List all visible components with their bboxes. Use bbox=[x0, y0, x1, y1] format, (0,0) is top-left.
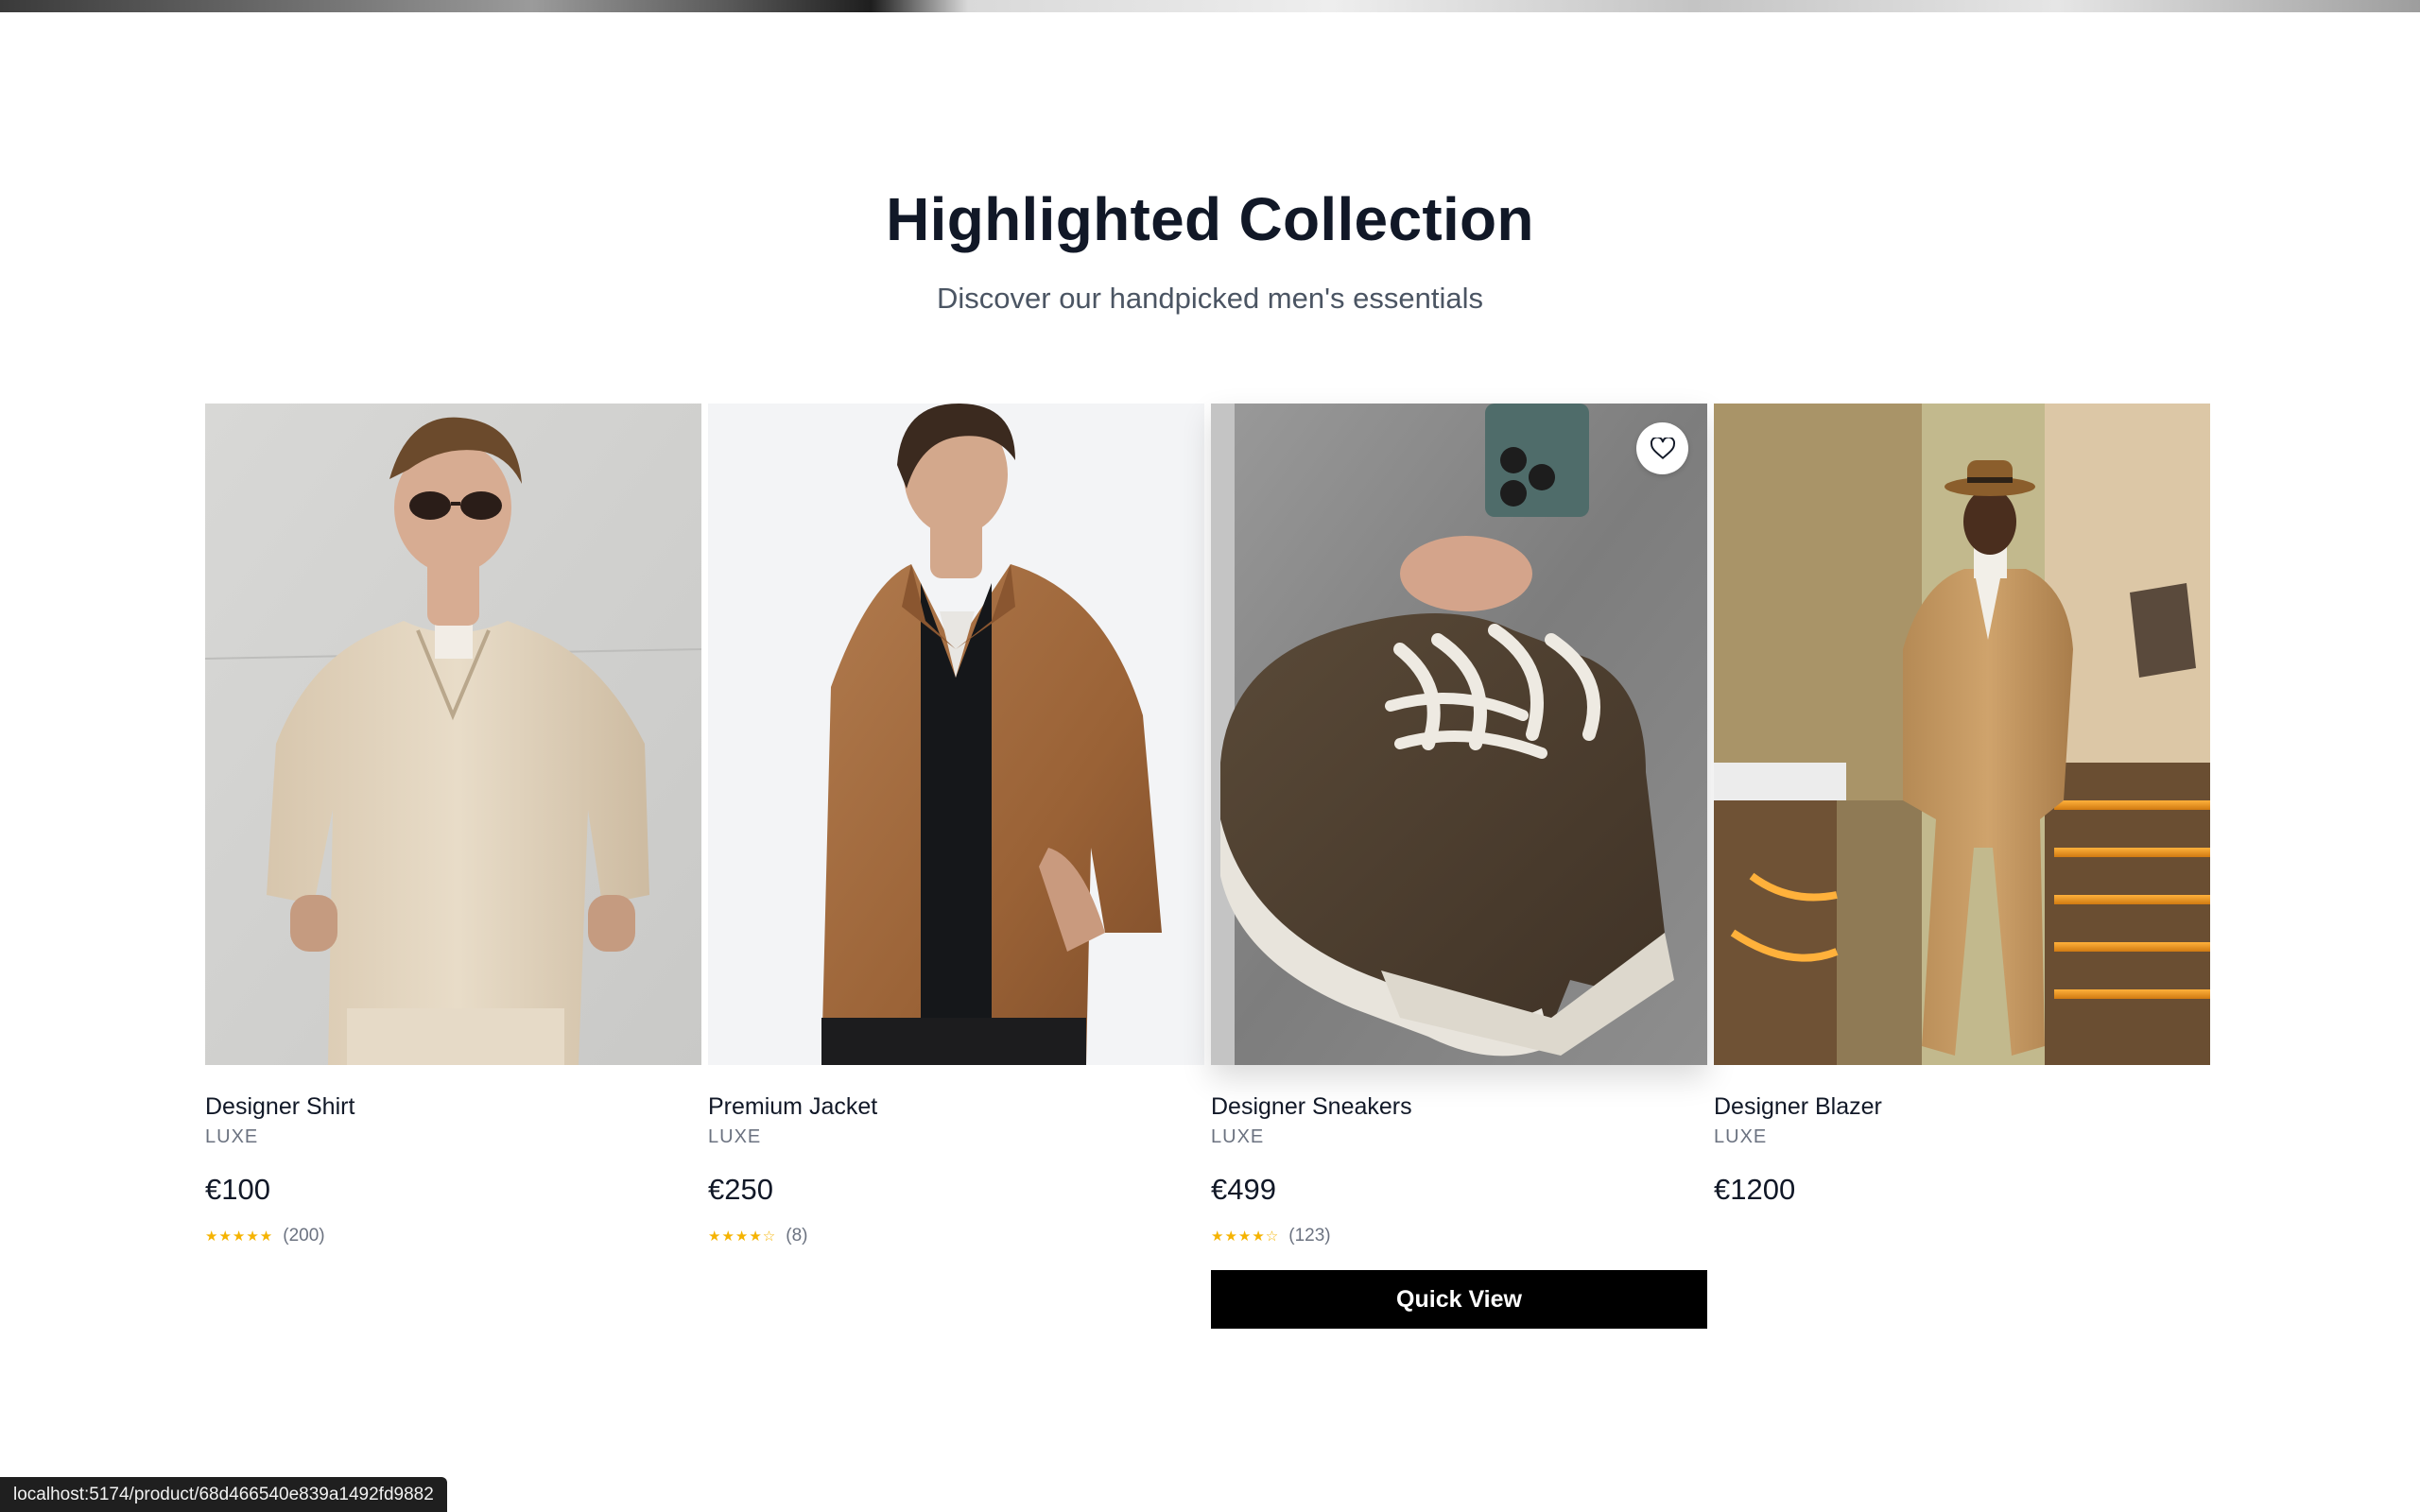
review-count: (200) bbox=[283, 1226, 325, 1246]
wishlist-button[interactable] bbox=[1636, 422, 1688, 474]
product-price: €499 bbox=[1211, 1173, 1276, 1206]
star-rating-icon: ★★★★☆ bbox=[708, 1228, 777, 1245]
star-rating-icon: ★★★★☆ bbox=[1211, 1228, 1280, 1245]
product-photo-jacket bbox=[708, 404, 1204, 1065]
product-card[interactable]: Designer Sneakers LUXE €499 ★★★★☆ (123) … bbox=[1211, 404, 1707, 1329]
product-brand: LUXE bbox=[1714, 1126, 1768, 1147]
product-name[interactable]: Premium Jacket bbox=[708, 1093, 877, 1121]
product-photo-shirt bbox=[205, 404, 701, 1065]
link-status-bar: localhost:5174/product/68d466540e839a149… bbox=[0, 1477, 447, 1512]
heart-icon bbox=[1650, 437, 1675, 459]
product-image[interactable] bbox=[1714, 404, 2210, 1065]
review-count: (123) bbox=[1288, 1226, 1331, 1246]
product-photo-sneakers bbox=[1211, 404, 1707, 1065]
review-count: (8) bbox=[786, 1226, 808, 1246]
quick-view-button[interactable]: Quick View bbox=[1211, 1270, 1707, 1329]
section-title: Highlighted Collection bbox=[886, 185, 1534, 253]
star-rating-icon: ★★★★★ bbox=[205, 1228, 274, 1245]
section-subtitle: Discover our handpicked men's essentials bbox=[937, 282, 1483, 315]
product-grid: Designer Shirt LUXE €100 ★★★★★ (200) Pre… bbox=[205, 404, 2211, 1339]
product-image[interactable] bbox=[205, 404, 701, 1065]
product-card[interactable]: Premium Jacket LUXE €250 ★★★★☆ (8) bbox=[708, 404, 1204, 1246]
product-card[interactable]: Designer Blazer LUXE €1200 bbox=[1714, 404, 2210, 1206]
product-price: €100 bbox=[205, 1173, 270, 1206]
product-photo-blazer bbox=[1714, 404, 2210, 1065]
product-name[interactable]: Designer Sneakers bbox=[1211, 1093, 1412, 1121]
product-price: €250 bbox=[708, 1173, 773, 1206]
product-image[interactable] bbox=[708, 404, 1204, 1065]
product-name[interactable]: Designer Blazer bbox=[1714, 1093, 1882, 1121]
product-card[interactable]: Designer Shirt LUXE €100 ★★★★★ (200) bbox=[205, 404, 701, 1246]
product-price: €1200 bbox=[1714, 1173, 1796, 1206]
hero-image-strip bbox=[0, 0, 2420, 12]
product-image[interactable] bbox=[1211, 404, 1707, 1065]
product-rating: ★★★★★ (200) bbox=[205, 1226, 325, 1246]
product-name[interactable]: Designer Shirt bbox=[205, 1093, 354, 1121]
product-brand: LUXE bbox=[1211, 1126, 1265, 1147]
product-rating: ★★★★☆ (8) bbox=[708, 1226, 807, 1246]
product-brand: LUXE bbox=[708, 1126, 762, 1147]
product-brand: LUXE bbox=[205, 1126, 259, 1147]
product-rating: ★★★★☆ (123) bbox=[1211, 1226, 1331, 1246]
